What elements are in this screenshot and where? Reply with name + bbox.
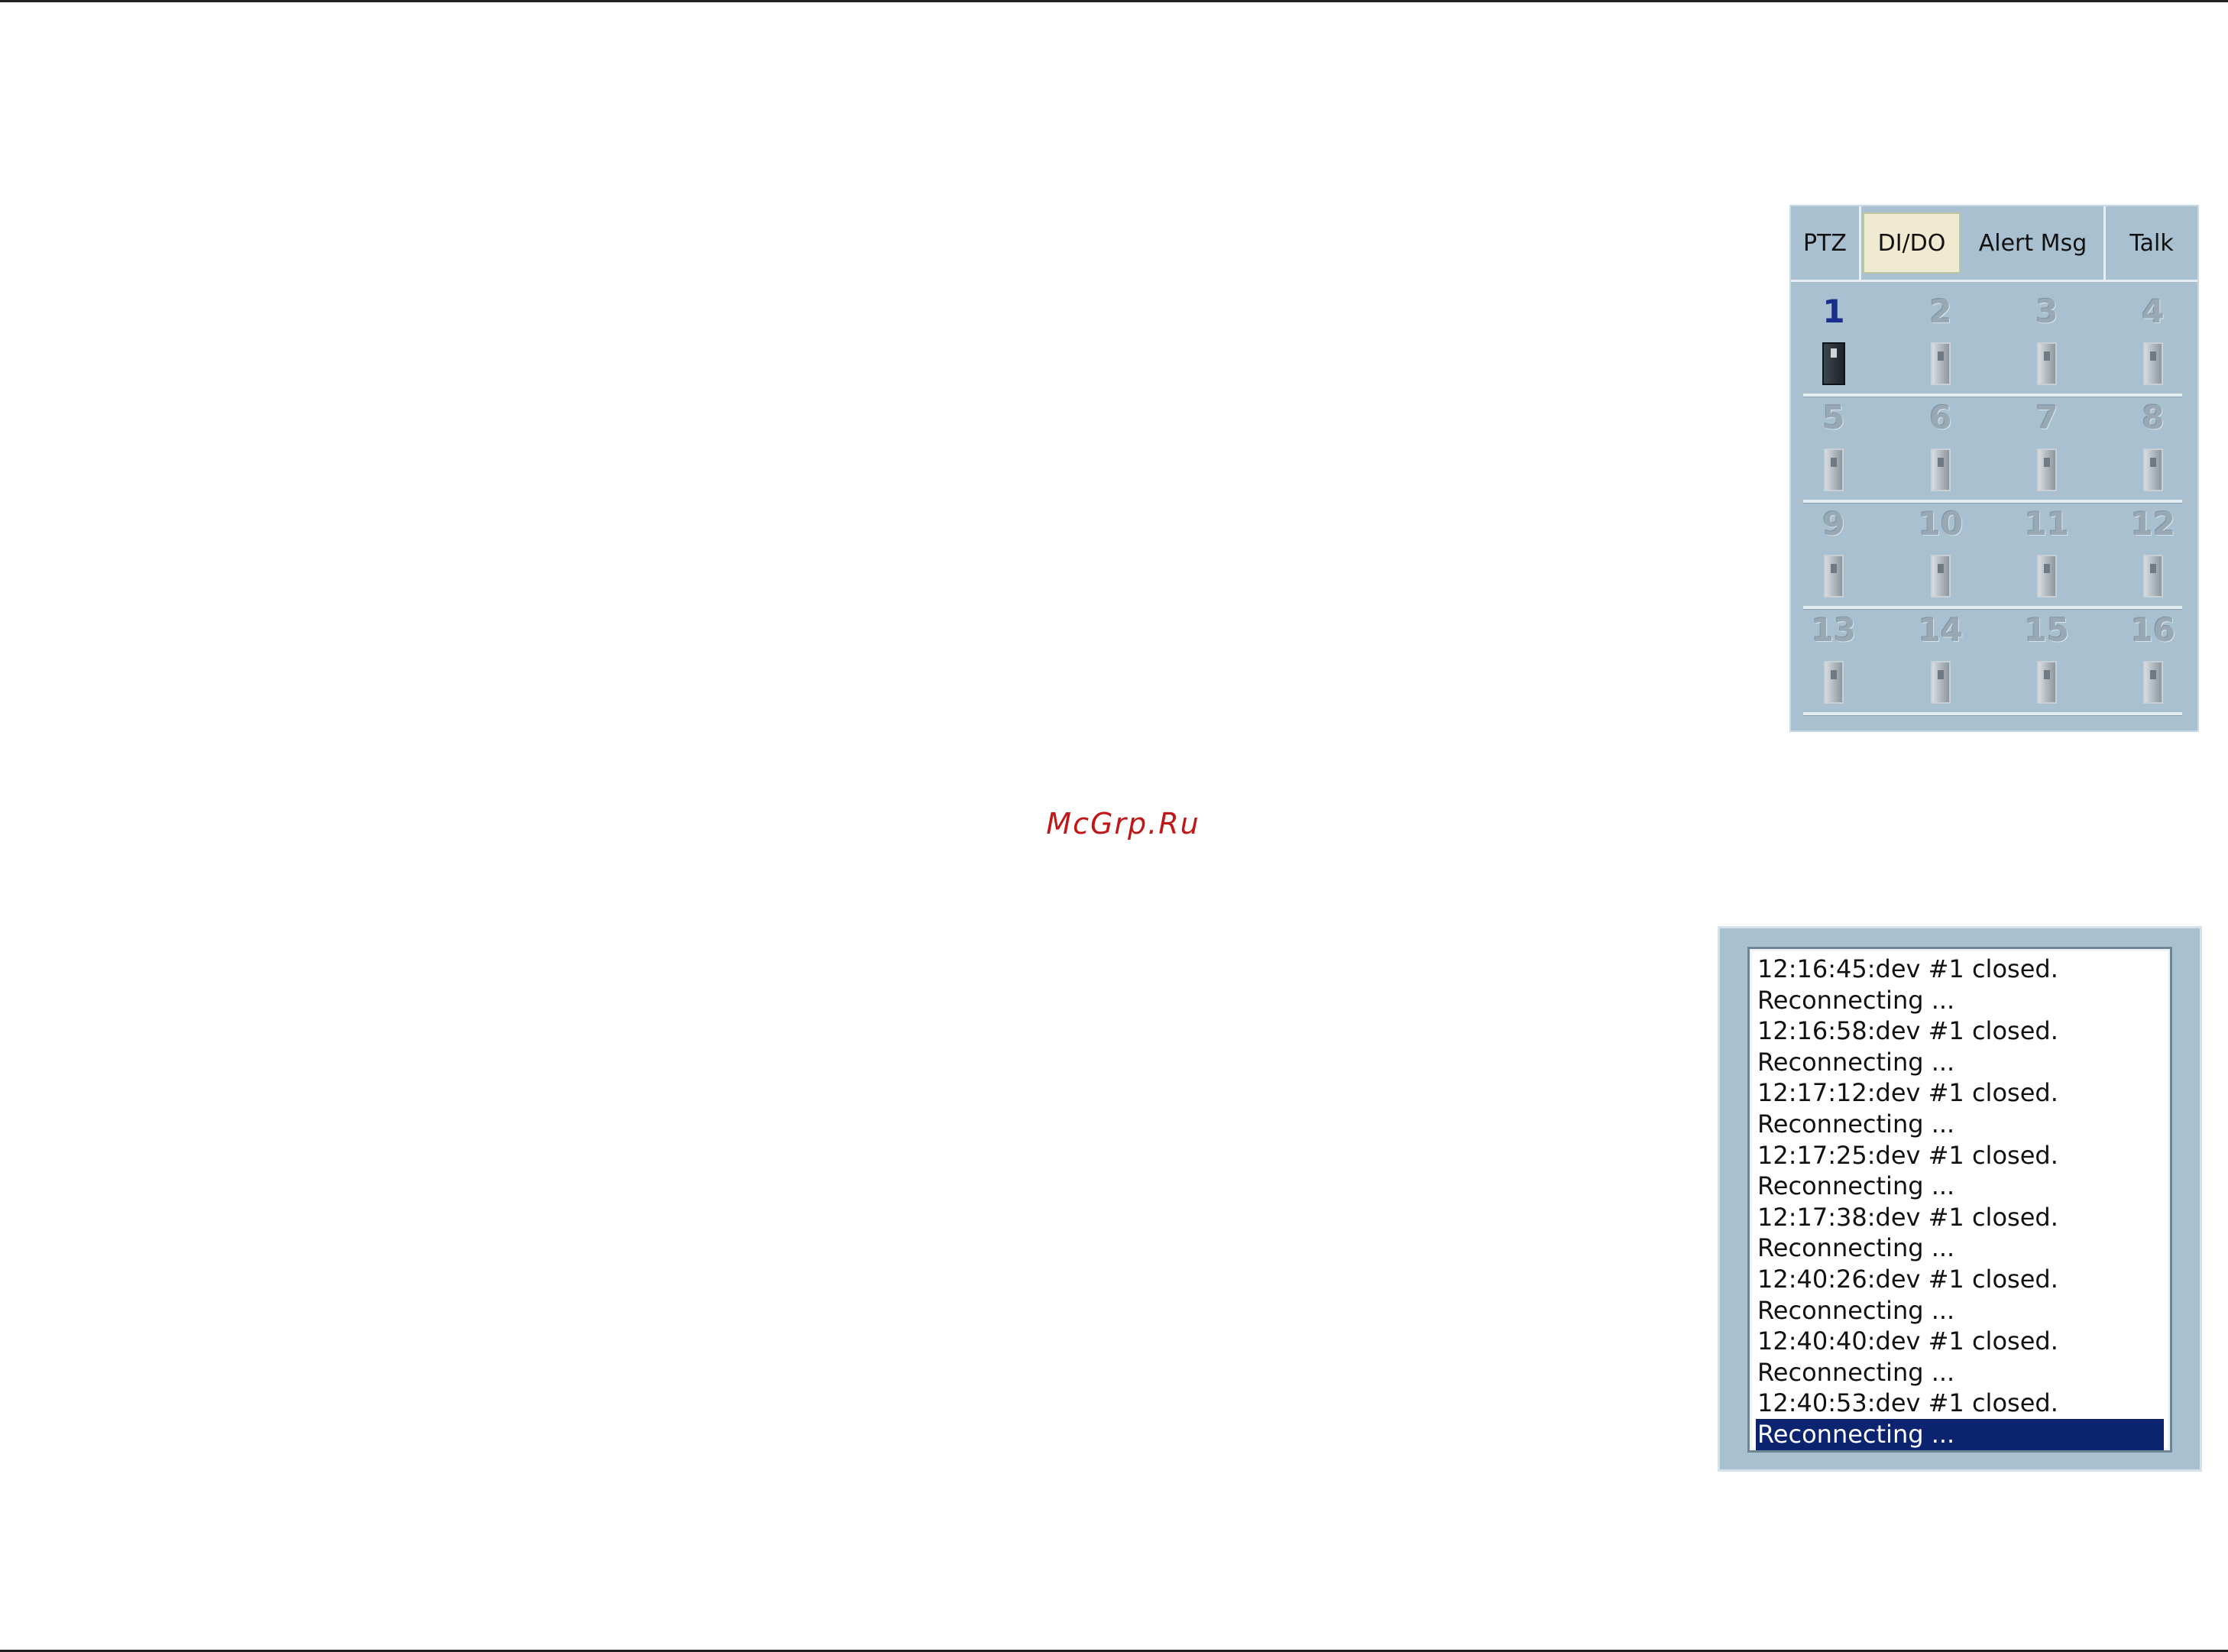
- toggle-switch-icon[interactable]: [1824, 555, 1844, 598]
- tab-divider: [1791, 280, 2197, 282]
- dido-channel-4: 4: [2115, 290, 2191, 390]
- toggle-switch-icon[interactable]: [1931, 555, 1951, 598]
- log-list-item[interactable]: 12:16:45:dev #1 closed.: [1756, 954, 2164, 985]
- dido-channel-11: 11: [2009, 503, 2085, 602]
- toggle-switch-icon[interactable]: [1822, 342, 1845, 385]
- log-list-item[interactable]: Reconnecting ...: [1756, 1171, 2164, 1202]
- dido-channel-number: 6: [1929, 399, 1952, 436]
- dido-channel-number: 10: [1918, 505, 1964, 543]
- toggle-switch-icon[interactable]: [2037, 661, 2057, 704]
- log-list-item[interactable]: 12:17:25:dev #1 closed.: [1756, 1140, 2164, 1171]
- dido-panel: PTZ DI/DO Alert Msg Talk 1 2 3 4 5 6 7 8 9 10 11 12…: [1789, 205, 2199, 732]
- toggle-switch-icon[interactable]: [2143, 342, 2163, 385]
- dido-channel-7: 7: [2009, 397, 2085, 496]
- dido-channel-number: 16: [2130, 611, 2176, 649]
- dido-channel-number: 14: [1918, 611, 1964, 649]
- dido-row: 5 6 7 8: [1791, 397, 2197, 504]
- toggle-switch-icon[interactable]: [2037, 449, 2057, 491]
- dido-channel-14: 14: [1903, 609, 1979, 708]
- dido-channel-number: 12: [2130, 505, 2176, 543]
- dido-channel-number: 9: [1822, 505, 1845, 543]
- dido-channel-number: 13: [1811, 611, 1857, 649]
- dido-channel-16: 16: [2115, 609, 2191, 708]
- log-listbox[interactable]: 12:16:45:dev #1 closed. Reconnecting ... 1…: [1747, 947, 2172, 1453]
- dido-channel-2: 2: [1903, 290, 1979, 390]
- toggle-switch-icon[interactable]: [1931, 342, 1951, 385]
- log-list-item[interactable]: Reconnecting ...: [1756, 1109, 2164, 1140]
- dido-channel-13: 13: [1796, 609, 1872, 708]
- toggle-switch-icon[interactable]: [2037, 555, 2057, 598]
- log-list-item[interactable]: 12:40:53:dev #1 closed.: [1756, 1388, 2164, 1419]
- log-list-item[interactable]: 12:17:38:dev #1 closed.: [1756, 1202, 2164, 1233]
- watermark: McGrp.Ru: [1046, 807, 1200, 841]
- dido-row: 13 14 15 16: [1791, 609, 2197, 716]
- dido-channel-3: 3: [2009, 290, 2085, 390]
- dido-channel-12: 12: [2115, 503, 2191, 602]
- dido-channel-number: 3: [2035, 293, 2058, 330]
- log-list-item[interactable]: 12:16:58:dev #1 closed.: [1756, 1015, 2164, 1047]
- log-list-item[interactable]: Reconnecting ...: [1756, 1233, 2164, 1264]
- dido-channel-number: 1: [1822, 293, 1845, 330]
- log-list-item[interactable]: 12:17:12:dev #1 closed.: [1756, 1077, 2164, 1109]
- toggle-switch-icon[interactable]: [2037, 342, 2057, 385]
- dido-row: 1 2 3 4: [1791, 290, 2197, 397]
- dido-channel-9: 9: [1796, 503, 1872, 602]
- log-list-item[interactable]: 12:40:40:dev #1 closed.: [1756, 1326, 2164, 1357]
- toggle-switch-icon[interactable]: [2143, 449, 2163, 491]
- dido-channel-number: 2: [1929, 293, 1952, 330]
- toggle-switch-icon[interactable]: [1931, 449, 1951, 491]
- dido-channel-number: 8: [2142, 399, 2165, 436]
- dido-channel-10: 10: [1903, 503, 1979, 602]
- tab-ptz[interactable]: PTZ: [1791, 206, 1861, 280]
- dido-channel-8: 8: [2115, 397, 2191, 496]
- dido-channel-number: 5: [1822, 399, 1845, 436]
- log-list-item[interactable]: Reconnecting ...: [1756, 1295, 2164, 1326]
- dido-channel-1: 1: [1796, 290, 1872, 390]
- row-divider: [1803, 712, 2182, 716]
- toggle-switch-icon[interactable]: [2143, 555, 2163, 598]
- dido-channel-grid: 1 2 3 4 5 6 7 8 9 10 11 12 13 14 15 16: [1791, 290, 2197, 716]
- tab-talk[interactable]: Talk: [2106, 206, 2197, 280]
- dido-channel-15: 15: [2009, 609, 2085, 708]
- dido-channel-number: 7: [2035, 399, 2058, 436]
- log-list-item[interactable]: 12:40:26:dev #1 closed.: [1756, 1264, 2164, 1295]
- toggle-switch-icon[interactable]: [1824, 661, 1844, 704]
- dido-channel-6: 6: [1903, 397, 1979, 496]
- top-rule: [0, 0, 2228, 2]
- dido-channel-5: 5: [1796, 397, 1872, 496]
- dido-channel-number: 11: [2024, 505, 2070, 543]
- log-list-item[interactable]: Reconnecting ...: [1756, 1047, 2164, 1078]
- log-list-item[interactable]: Reconnecting ...: [1756, 1418, 2164, 1450]
- toggle-switch-icon[interactable]: [1824, 449, 1844, 491]
- dido-row: 9 10 11 12: [1791, 503, 2197, 610]
- log-list-item[interactable]: Reconnecting ...: [1756, 1357, 2164, 1388]
- tab-bar: PTZ DI/DO Alert Msg Talk: [1791, 206, 2197, 280]
- tab-alert-msg[interactable]: Alert Msg: [1962, 206, 2106, 280]
- log-list: 12:16:45:dev #1 closed. Reconnecting ... 1…: [1756, 954, 2164, 1450]
- dido-channel-number: 4: [2142, 293, 2165, 330]
- dido-channel-number: 15: [2024, 611, 2070, 649]
- toggle-switch-icon[interactable]: [2143, 661, 2163, 704]
- tab-dido[interactable]: DI/DO: [1863, 212, 1961, 274]
- log-panel: 12:16:45:dev #1 closed. Reconnecting ... 1…: [1718, 926, 2202, 1472]
- toggle-switch-icon[interactable]: [1931, 661, 1951, 704]
- log-list-item[interactable]: Reconnecting ...: [1756, 985, 2164, 1016]
